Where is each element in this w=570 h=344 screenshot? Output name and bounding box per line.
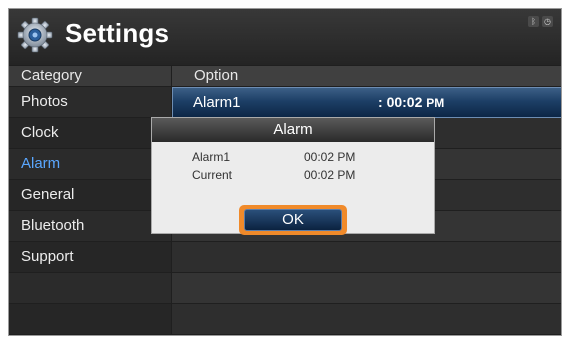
gear-icon <box>17 17 53 53</box>
clock-icon: ◷ <box>542 16 553 27</box>
category-item-general[interactable]: General <box>9 180 171 211</box>
option-row-alarm1[interactable]: Alarm1 : 00:02 PM <box>172 87 561 118</box>
dialog-current-label: Current <box>192 168 233 182</box>
option-row-empty <box>172 273 561 304</box>
category-item-alarm[interactable]: Alarm <box>9 149 171 180</box>
category-column-header: Category <box>9 66 171 86</box>
category-item-photos[interactable]: Photos <box>9 87 171 118</box>
dialog-alarm-value: 00:02 PM <box>304 150 356 164</box>
tv-settings-screen: Settings ᛒ ◷ Category Option Photos Cloc… <box>8 8 562 336</box>
bluetooth-icon: ᛒ <box>528 16 539 27</box>
option-time-separator: : <box>378 94 383 110</box>
option-ampm: PM <box>426 96 445 110</box>
category-item-clock[interactable]: Clock <box>9 118 171 149</box>
ok-button[interactable]: OK <box>239 205 347 235</box>
category-item-bluetooth[interactable]: Bluetooth <box>9 211 171 242</box>
category-list: Photos Clock Alarm General Bluetooth Sup… <box>9 87 171 335</box>
dialog-body: Alarm1 00:02 PM Current 00:02 PM OK <box>152 142 434 235</box>
header-bar: Settings ᛒ ◷ <box>9 9 561 65</box>
ok-button-label: OK <box>244 209 342 231</box>
option-row-empty <box>172 304 561 335</box>
dialog-title: Alarm <box>152 118 434 142</box>
status-icons: ᛒ ◷ <box>528 16 553 27</box>
option-label: Alarm1 <box>193 94 241 111</box>
category-item-support[interactable]: Support <box>9 242 171 273</box>
option-time: 00:02 <box>386 94 423 110</box>
option-row-empty <box>172 242 561 273</box>
alarm-dialog: Alarm Alarm1 00:02 PM Current 00:02 PM O… <box>151 117 435 235</box>
dialog-alarm-label: Alarm1 <box>192 150 231 164</box>
category-item-empty <box>9 304 171 335</box>
category-item-empty <box>9 273 171 304</box>
option-column-header: Option <box>172 66 561 86</box>
option-time-value: : 00:02 PM <box>378 94 444 110</box>
dialog-current-value: 00:02 PM <box>304 168 356 182</box>
page-title: Settings <box>65 18 170 48</box>
